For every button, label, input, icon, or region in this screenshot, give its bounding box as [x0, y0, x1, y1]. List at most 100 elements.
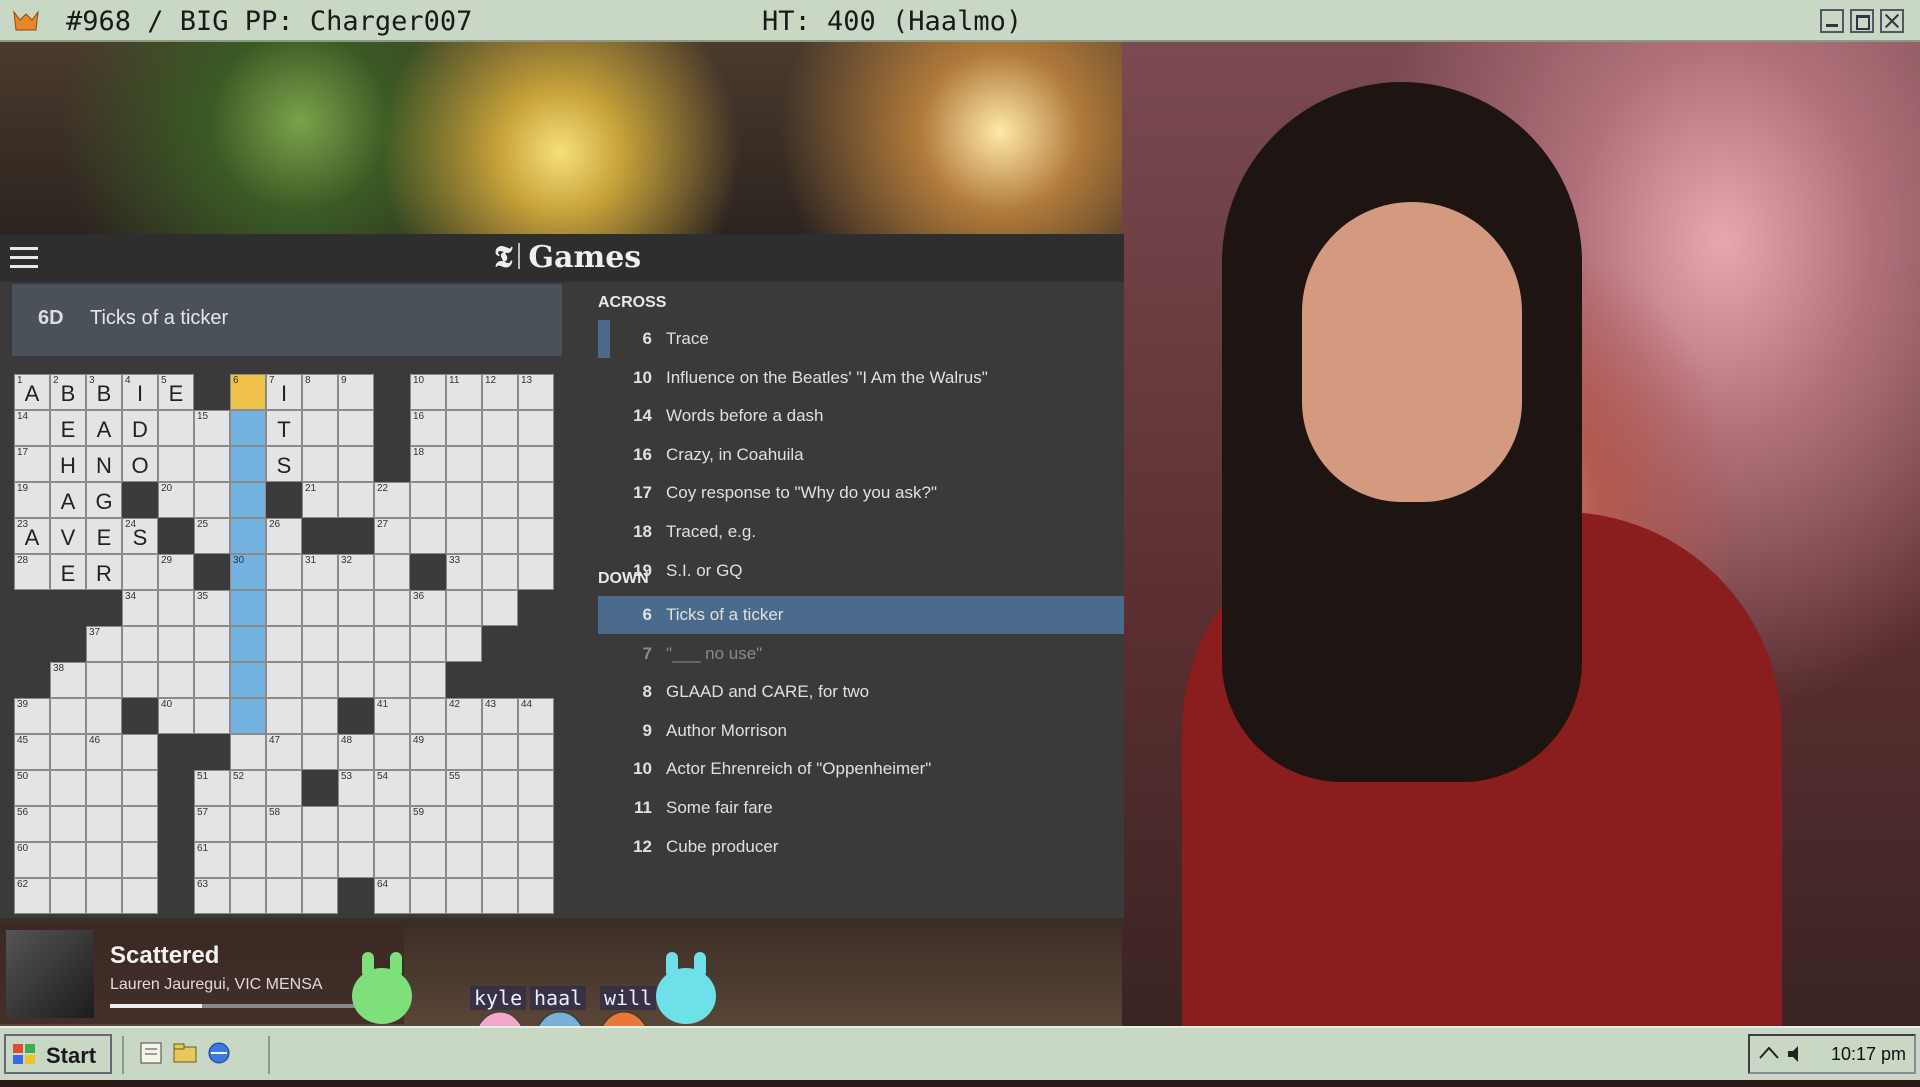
grid-cell[interactable] — [50, 842, 86, 878]
grid-cell[interactable] — [338, 590, 374, 626]
down-clue-9[interactable]: 9 Author Morrison — [598, 712, 1124, 750]
grid-cell[interactable]: 5E — [158, 374, 194, 410]
grid-cell[interactable]: R — [86, 554, 122, 590]
grid-cell[interactable] — [518, 734, 554, 770]
grid-cell[interactable] — [518, 518, 554, 554]
grid-cell[interactable]: 39 — [14, 698, 50, 734]
grid-cell[interactable] — [50, 770, 86, 806]
grid-cell[interactable] — [482, 806, 518, 842]
grid-cell[interactable]: 36 — [410, 590, 446, 626]
grid-cell[interactable] — [446, 806, 482, 842]
grid-cell[interactable]: V — [50, 518, 86, 554]
grid-cell[interactable] — [338, 446, 374, 482]
grid-cell[interactable]: 43 — [482, 698, 518, 734]
down-clue-8[interactable]: 8 GLAAD and CARE, for two — [598, 673, 1124, 711]
grid-cell[interactable] — [230, 482, 266, 518]
grid-cell[interactable] — [446, 446, 482, 482]
grid-cell[interactable] — [158, 446, 194, 482]
grid-cell[interactable]: 10 — [410, 374, 446, 410]
grid-cell[interactable] — [158, 590, 194, 626]
grid-cell[interactable]: 12 — [482, 374, 518, 410]
grid-cell[interactable]: 51 — [194, 770, 230, 806]
grid-cell[interactable] — [266, 662, 302, 698]
grid-cell[interactable]: 59 — [410, 806, 446, 842]
grid-cell[interactable] — [482, 878, 518, 914]
grid-cell[interactable] — [374, 734, 410, 770]
grid-cell[interactable] — [302, 698, 338, 734]
grid-cell[interactable] — [518, 770, 554, 806]
down-clue-10[interactable]: 10 Actor Ehrenreich of "Oppenheimer" — [598, 750, 1124, 788]
grid-cell[interactable] — [302, 806, 338, 842]
grid-cell[interactable] — [266, 770, 302, 806]
grid-cell[interactable] — [302, 626, 338, 662]
grid-cell[interactable] — [446, 734, 482, 770]
grid-cell[interactable] — [266, 878, 302, 914]
minimize-button[interactable] — [1820, 9, 1844, 33]
grid-cell[interactable]: A — [50, 482, 86, 518]
grid-cell[interactable] — [86, 878, 122, 914]
grid-cell[interactable]: 38 — [50, 662, 86, 698]
grid-cell[interactable]: 60 — [14, 842, 50, 878]
grid-cell[interactable] — [50, 878, 86, 914]
grid-cell[interactable] — [158, 626, 194, 662]
grid-cell[interactable]: N — [86, 446, 122, 482]
close-button[interactable] — [1880, 9, 1904, 33]
grid-cell[interactable] — [122, 842, 158, 878]
grid-cell[interactable] — [518, 410, 554, 446]
grid-cell[interactable] — [194, 662, 230, 698]
across-clue-6[interactable]: 6 Trace — [598, 320, 1124, 358]
grid-cell[interactable]: S — [266, 446, 302, 482]
grid-cell[interactable] — [86, 662, 122, 698]
grid-cell[interactable] — [122, 806, 158, 842]
grid-cell[interactable] — [410, 878, 446, 914]
grid-cell[interactable] — [230, 410, 266, 446]
down-clue-7[interactable]: 7 "___ no use" — [598, 635, 1124, 673]
grid-cell[interactable]: 41 — [374, 698, 410, 734]
grid-cell[interactable]: 24 S — [122, 518, 158, 554]
grid-cell[interactable]: 35 — [194, 590, 230, 626]
grid-cell[interactable]: 31 — [302, 554, 338, 590]
grid-cell[interactable] — [230, 734, 266, 770]
across-clue-18[interactable]: 18 Traced, e.g. — [598, 513, 1124, 551]
grid-cell[interactable] — [266, 842, 302, 878]
grid-cell[interactable] — [158, 662, 194, 698]
across-clue-19[interactable]: 19 S.I. or GQ — [598, 552, 1124, 590]
grid-cell[interactable] — [266, 554, 302, 590]
grid-cell[interactable]: 15 — [194, 410, 230, 446]
grid-cell[interactable]: 63 — [194, 878, 230, 914]
file-explorer-icon[interactable] — [172, 1040, 198, 1066]
grid-cell[interactable] — [518, 806, 554, 842]
grid-cell[interactable] — [230, 878, 266, 914]
grid-cell[interactable]: 11 — [446, 374, 482, 410]
grid-cell[interactable]: 48 — [338, 734, 374, 770]
grid-cell[interactable] — [230, 518, 266, 554]
grid-cell[interactable] — [374, 662, 410, 698]
grid-cell[interactable]: 4I — [122, 374, 158, 410]
grid-cell[interactable] — [338, 410, 374, 446]
grid-cell[interactable] — [410, 518, 446, 554]
grid-cell[interactable] — [122, 554, 158, 590]
grid-cell[interactable] — [302, 662, 338, 698]
grid-cell[interactable]: A — [86, 410, 122, 446]
grid-cell[interactable]: 56 — [14, 806, 50, 842]
grid-cell[interactable] — [410, 698, 446, 734]
grid-cell[interactable] — [482, 554, 518, 590]
grid-cell[interactable]: 19 — [14, 482, 50, 518]
grid-cell[interactable] — [302, 590, 338, 626]
grid-cell[interactable]: 14 — [14, 410, 50, 446]
network-icon[interactable] — [1758, 1044, 1780, 1064]
grid-cell[interactable]: D — [122, 410, 158, 446]
grid-cell[interactable]: 64 — [374, 878, 410, 914]
crossword-grid[interactable]: 1 A 2 B 3 B 4 I 5 E 6 7 I 8 9 10 11 12 13 14 E A D 15 T 16 17 H N O S 1… — [14, 374, 554, 914]
grid-cell[interactable] — [446, 410, 482, 446]
grid-cell[interactable]: G — [86, 482, 122, 518]
grid-cell[interactable]: 32 — [338, 554, 374, 590]
grid-cell[interactable] — [482, 770, 518, 806]
grid-cell[interactable] — [122, 734, 158, 770]
grid-cell[interactable]: 1A — [14, 374, 50, 410]
grid-cell[interactable]: 46 — [86, 734, 122, 770]
grid-cell[interactable] — [410, 626, 446, 662]
grid-cell[interactable] — [446, 626, 482, 662]
start-button[interactable]: Start — [4, 1034, 112, 1074]
grid-cell[interactable] — [122, 662, 158, 698]
